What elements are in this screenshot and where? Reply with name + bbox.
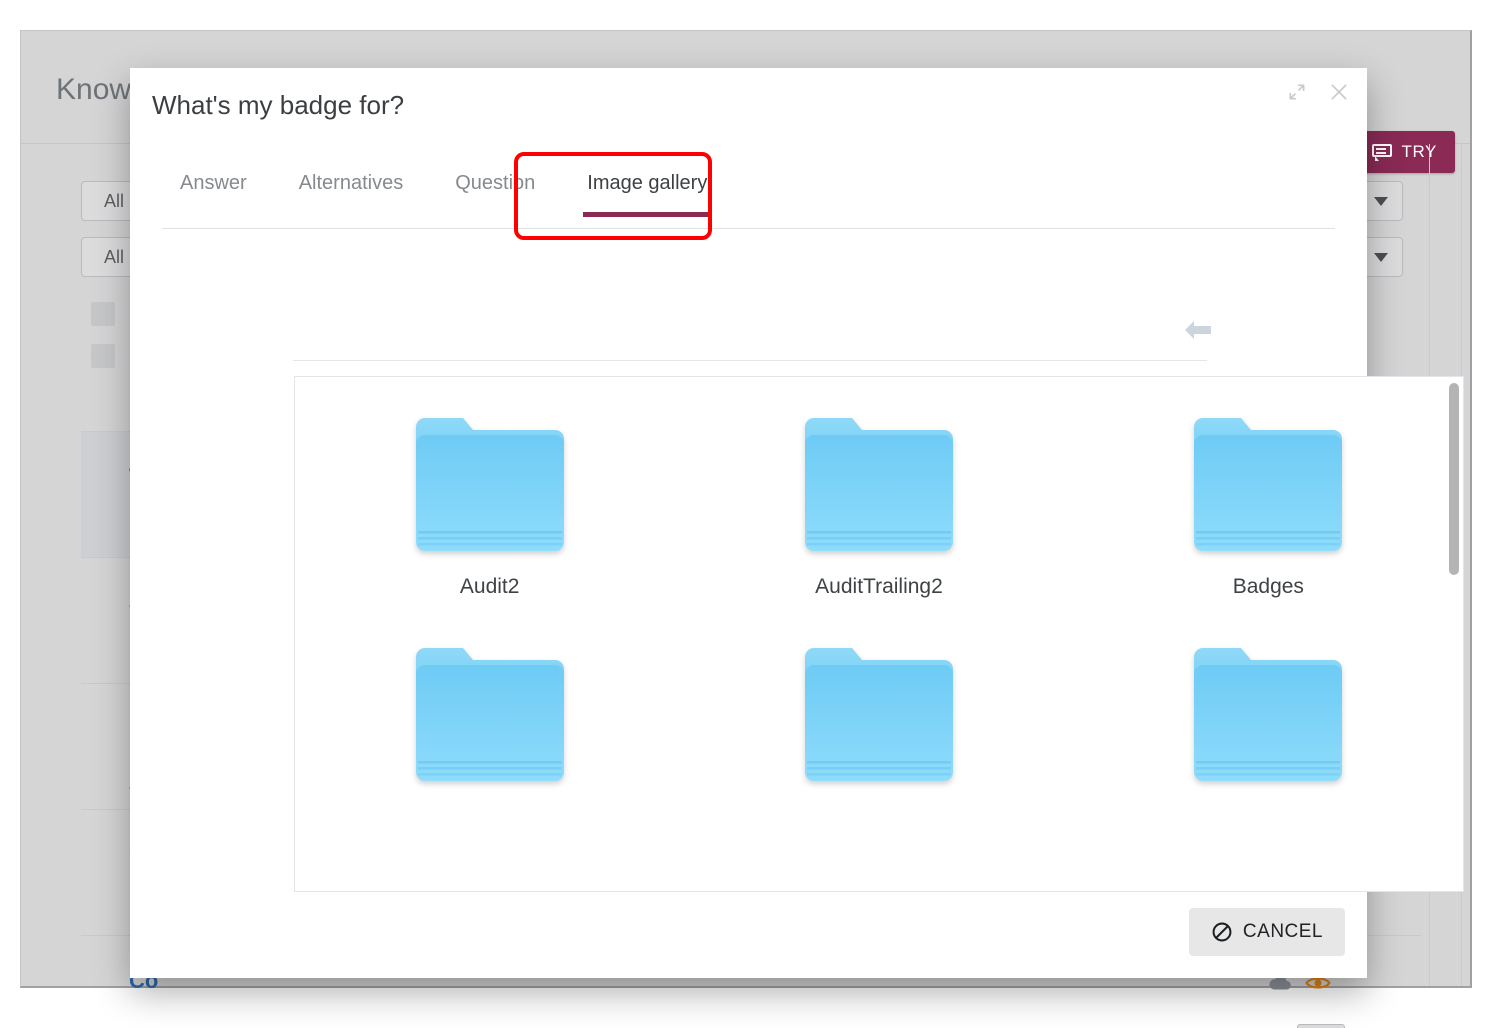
cancel-button-label: CANCEL [1242,921,1323,942]
folder-label: Badges [1232,575,1304,598]
folder-grid: Audit2 AuditTrailing2 Badges [295,377,1463,805]
filter-dropdown-1-value: All [104,190,125,211]
folder-label: AuditTrailing2 [815,575,943,598]
folder-item[interactable]: Audit2 [295,405,684,599]
folder-icon [801,405,957,557]
tab-alternatives-label: Alternatives [298,172,404,194]
tab-alternatives[interactable]: Alternatives [273,164,430,195]
modal-controls [1287,82,1349,102]
expand-icon[interactable] [1287,82,1307,102]
tab-image-gallery[interactable]: Image gallery [561,164,733,217]
tab-answer-label: Answer [180,172,247,194]
tabs-divider [162,228,1335,229]
image-gallery-modal: What's my badge for? Answer Alternatives… [130,68,1464,978]
folder-item[interactable] [1074,635,1463,805]
folder-item[interactable]: AuditTrailing2 [684,405,1073,599]
folder-item[interactable] [295,635,684,805]
arrow-left-icon [1185,321,1211,339]
cancel-button[interactable]: CANCEL [1188,908,1345,956]
checkbox-icon[interactable] [91,344,115,368]
gallery-scrollbar[interactable] [1449,383,1459,881]
gallery-divider [293,360,1207,361]
no-entry-icon [1212,922,1232,942]
chevron-down-icon [1374,252,1388,262]
gallery-back-button[interactable] [1181,316,1215,349]
folder-item[interactable]: Badges [1074,405,1463,599]
folder-icon [412,405,568,557]
tab-image-gallery-label: Image gallery [587,172,708,194]
filter-dropdown-2-value: All [104,246,125,267]
scrollbar-thumb[interactable] [1449,383,1459,575]
folder-icon [1190,635,1346,787]
modal-title: What's my badge for? [152,90,405,120]
chevron-down-icon [1374,196,1388,206]
close-icon[interactable] [1329,82,1349,102]
chat-icon [1371,143,1392,161]
modal-tabs: Answer Alternatives Question Image galle… [154,164,1343,230]
try-button-label: TRY [1401,142,1437,161]
try-button[interactable]: TRY [1357,131,1455,173]
folder-label: Audit2 [459,575,520,598]
delete-button[interactable] [1297,1024,1345,1028]
folder-item[interactable] [684,635,1073,805]
image-gallery-panel[interactable]: Audit2 AuditTrailing2 Badges [294,376,1464,892]
tab-question-label: Question [455,172,536,194]
folder-icon [412,635,568,787]
folder-icon [1190,405,1346,557]
tab-question[interactable]: Question [429,164,561,195]
checkbox-icon[interactable] [91,302,115,326]
tab-answer[interactable]: Answer [154,164,273,195]
folder-icon [801,635,957,787]
